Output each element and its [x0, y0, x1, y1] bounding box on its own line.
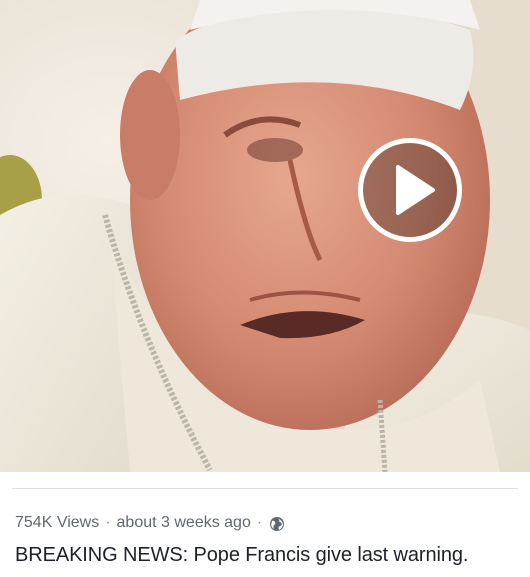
play-button[interactable] — [358, 138, 462, 242]
video-player[interactable] — [0, 0, 530, 472]
globe-icon — [269, 516, 285, 532]
post-meta: 754K Views · about 3 weeks ago · — [15, 512, 285, 534]
post-title[interactable]: BREAKING NEWS: Pope Francis give last wa… — [15, 544, 468, 567]
post-timestamp[interactable]: about 3 weeks ago — [117, 514, 251, 532]
meta-separator: · — [256, 514, 263, 531]
view-count: 754K Views — [15, 514, 100, 531]
play-icon — [396, 165, 435, 215]
meta-separator: · — [105, 514, 111, 531]
divider — [12, 488, 518, 489]
